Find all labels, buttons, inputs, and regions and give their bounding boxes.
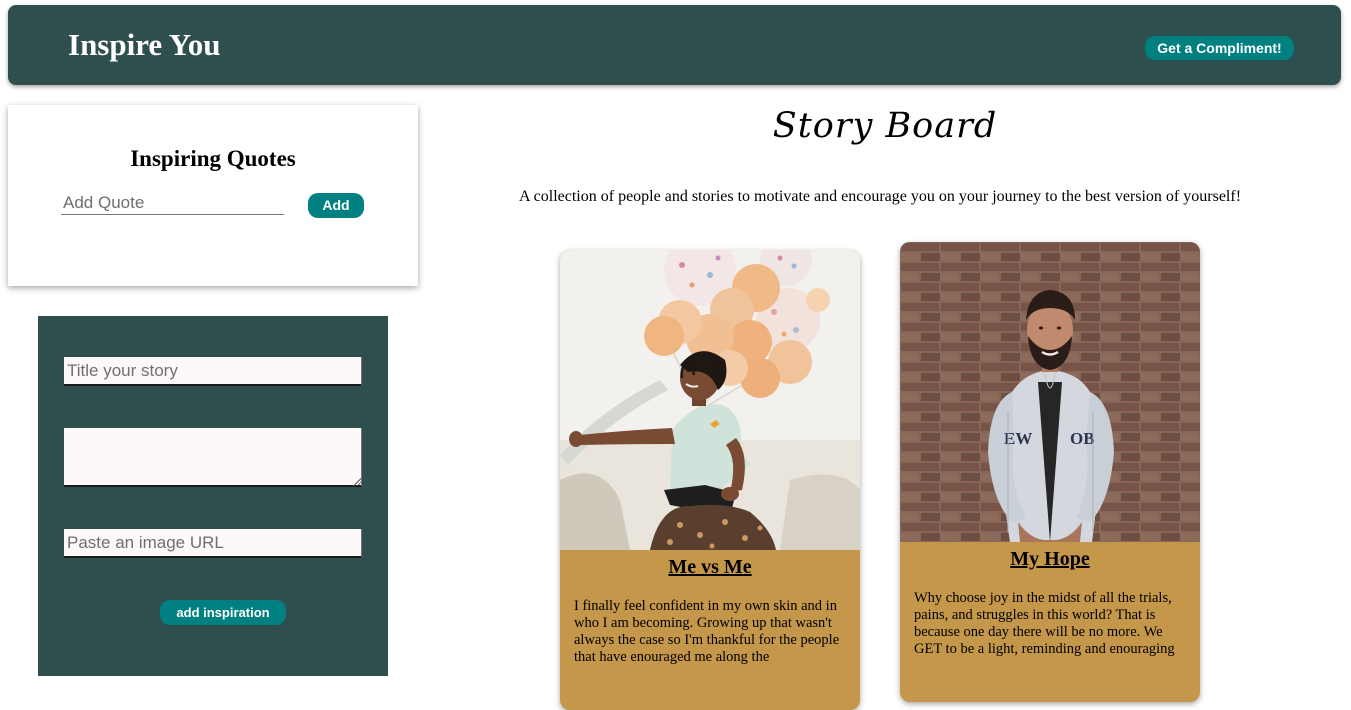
story-text: Why choose joy in the midst of all the t… xyxy=(914,590,1175,657)
add-quote-input[interactable] xyxy=(61,191,284,215)
story-text-area[interactable] xyxy=(64,428,362,487)
story-title-link[interactable]: Me vs Me xyxy=(560,550,860,579)
story-photo-man-at-brick-wall: EW OB xyxy=(900,242,1200,542)
brand-title[interactable]: Inspire You xyxy=(68,27,220,63)
story-card: EW OB My Hope Why choose joy in the mids… xyxy=(900,242,1200,702)
story-text: I finally feel confident in my own skin … xyxy=(574,598,840,665)
story-card: Me vs Me I finally feel confident in my … xyxy=(560,250,860,710)
story-title-input[interactable] xyxy=(64,357,362,386)
top-header: Inspire You Get a Compliment! xyxy=(8,5,1341,85)
story-card-body: My Hope Why choose joy in the midst of a… xyxy=(900,542,1200,658)
story-form-panel: add inspiration xyxy=(38,316,388,676)
story-title-link[interactable]: My Hope xyxy=(900,542,1200,571)
textarea-resize-handle[interactable] xyxy=(352,477,361,486)
svg-text:OB: OB xyxy=(1070,429,1095,448)
image-url-input[interactable] xyxy=(64,529,362,558)
story-photo-woman-with-balloons xyxy=(560,250,860,550)
add-quote-button[interactable]: Add xyxy=(308,193,364,218)
get-compliment-button[interactable]: Get a Compliment! xyxy=(1145,36,1294,60)
add-inspiration-button[interactable]: add inspiration xyxy=(160,600,286,625)
story-board-title: Story Board xyxy=(772,106,998,146)
quotes-heading: Inspiring Quotes xyxy=(130,146,296,171)
story-card-body: Me vs Me I finally feel confident in my … xyxy=(560,550,860,666)
story-board-subtitle: A collection of people and stories to mo… xyxy=(518,188,1242,205)
inspiring-quotes-panel: Inspiring Quotes Add xyxy=(8,105,418,286)
